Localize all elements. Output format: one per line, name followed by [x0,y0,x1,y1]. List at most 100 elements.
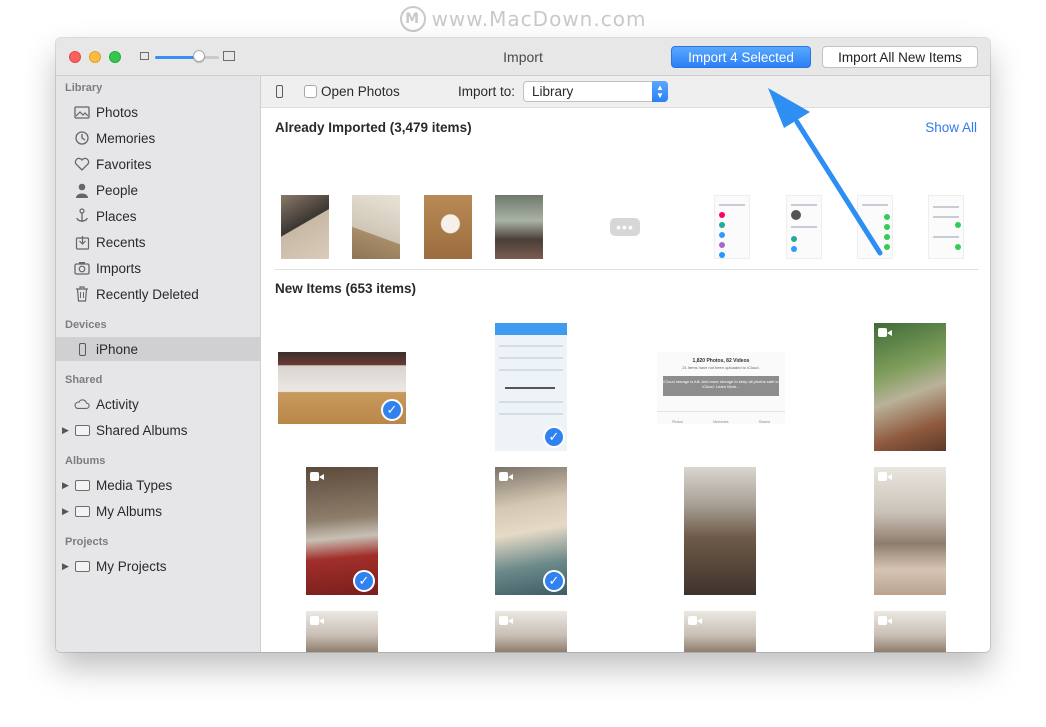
video-camera-icon [688,616,702,625]
sidebar-item-my-albums[interactable]: ▶ My Albums [56,499,260,523]
sidebar-item-favorites[interactable]: Favorites [56,152,260,176]
small-thumbnail-icon [140,52,149,60]
new-item-screenshot-thumbnail[interactable]: 1,820 Photos, 82 Videos 21 items have no… [657,352,785,424]
open-photos-checkbox[interactable] [304,85,317,98]
imported-thumbnail[interactable] [281,195,329,259]
heart-icon [74,156,90,172]
sidebar-item-people[interactable]: People [56,178,260,202]
new-item-thumbnail[interactable] [874,323,946,451]
sidebar-item-photos[interactable]: Photos [56,100,260,124]
import-content: Open Photos Import to: Library ▲ ▼ Alread… [261,76,990,652]
folder-icon [74,503,90,519]
imported-screenshot-thumbnail[interactable] [928,195,964,259]
minimize-button[interactable] [89,51,101,63]
imported-thumbnail[interactable] [495,195,543,259]
video-camera-icon [878,616,892,625]
import-to-select[interactable]: Library ▲ ▼ [523,81,668,102]
sidebar-item-my-projects[interactable]: ▶ My Projects [56,554,260,578]
popup-arrows-icon: ▲ ▼ [652,81,668,102]
close-button[interactable] [69,51,81,63]
imported-screenshot-thumbnail[interactable] [857,195,893,259]
pin-icon [74,208,90,224]
sidebar-item-memories[interactable]: Memories [56,126,260,150]
sidebar-item-label: Recently Deleted [96,286,199,302]
new-item-thumbnail[interactable]: ✓ [495,323,567,451]
sidebar-item-label: My Projects [96,558,167,574]
sidebar-item-label: Favorites [96,156,152,172]
disclosure-triangle-icon[interactable]: ▶ [62,480,69,491]
sidebar-item-label: Recents [96,234,146,250]
imported-thumbnail[interactable] [352,195,400,259]
sidebar-section-shared: Shared [65,374,103,386]
new-item-thumbnail[interactable] [874,611,946,652]
selected-checkmark-icon[interactable]: ✓ [353,570,375,592]
cloud-icon [74,396,90,412]
import-all-new-items-button[interactable]: Import All New Items [822,46,978,68]
video-camera-icon [878,328,892,337]
sidebar-item-recently-deleted[interactable]: Recently Deleted [56,282,260,306]
sidebar-item-label: Places [96,208,137,224]
screenshot-banner: iCloud storage is full. Add more storage… [663,376,779,396]
sidebar-section-projects: Projects [65,536,109,548]
sidebar-item-places[interactable]: Places [56,204,260,228]
sidebar-item-label: Activity [96,396,139,412]
memories-icon [74,130,90,146]
sidebar-item-activity[interactable]: Activity [56,392,260,416]
new-item-thumbnail[interactable]: ✓ [278,352,406,424]
sidebar-item-recents[interactable]: Recents [56,230,260,254]
new-item-thumbnail[interactable]: ✓ [495,467,567,595]
video-camera-icon [878,472,892,481]
imported-thumbnail[interactable] [424,195,472,259]
import-to-value: Library [532,84,574,99]
screenshot-tab: Shared [758,420,770,424]
screenshot-tab-bar: Photos Memories Shared [657,411,785,424]
imported-screenshot-thumbnail[interactable] [714,195,750,259]
sidebar-item-imports[interactable]: Imports [56,256,260,280]
import-to-label: Import to: [458,84,516,99]
sidebar-item-iphone[interactable]: iPhone [56,337,260,361]
screenshot-text-line: 21 items have not been uploaded to iClou… [682,365,760,370]
new-item-thumbnail[interactable] [306,611,378,652]
sidebar-item-shared-albums[interactable]: ▶ Shared Albums [56,418,260,442]
zoom-slider[interactable] [155,56,219,59]
photos-icon [74,104,90,120]
video-camera-icon [310,616,324,625]
title-bar: Import Import 4 Selected Import All New … [56,38,990,76]
new-item-thumbnail[interactable] [684,611,756,652]
screenshot-tab: Memories [713,420,729,424]
folder-icon [74,477,90,493]
new-item-thumbnail[interactable] [495,611,567,652]
sidebar-item-media-types[interactable]: ▶ Media Types [56,473,260,497]
disclosure-triangle-icon[interactable]: ▶ [62,425,69,436]
imported-screenshot-thumbnail[interactable] [786,195,822,259]
sidebar-item-label: Photos [96,104,139,120]
more-icon[interactable]: ••• [610,218,640,236]
iphone-icon [74,341,90,357]
sidebar-item-label: Shared Albums [96,422,188,438]
open-photos-label[interactable]: Open Photos [321,84,400,99]
zoom-button[interactable] [109,51,121,63]
sidebar-section-library: Library [65,82,103,94]
trash-icon [74,286,90,302]
show-all-link[interactable]: Show All [925,120,977,135]
folder-icon [74,422,90,438]
new-item-thumbnail[interactable] [684,467,756,595]
selected-checkmark-icon[interactable]: ✓ [381,399,403,421]
already-imported-heading: Already Imported (3,479 items) [275,120,472,135]
watermark-text: www.MacDown.com [431,7,647,31]
selected-checkmark-icon[interactable]: ✓ [543,426,565,448]
zoom-slider-knob[interactable] [192,50,205,62]
iphone-icon [276,85,283,98]
sidebar-item-label: iPhone [96,341,139,357]
disclosure-triangle-icon[interactable]: ▶ [62,561,69,572]
selected-checkmark-icon[interactable]: ✓ [543,570,565,592]
section-divider [275,269,979,270]
sidebar-item-label: Media Types [96,477,173,493]
folder-icon [74,558,90,574]
watermark: M www.MacDown.com [0,6,1046,32]
new-item-thumbnail[interactable] [874,467,946,595]
disclosure-triangle-icon[interactable]: ▶ [62,506,69,517]
new-item-thumbnail[interactable]: ✓ [306,467,378,595]
import-selected-button[interactable]: Import 4 Selected [671,46,811,68]
sidebar: Library Photos Memories Favorites People… [56,76,261,652]
